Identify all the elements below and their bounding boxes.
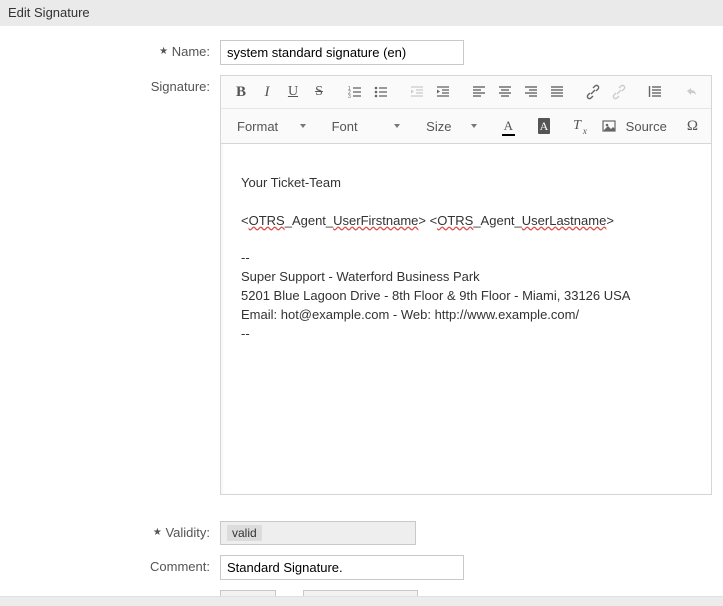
- special-char-button[interactable]: Ω: [682, 114, 703, 138]
- label-validity: ★ Validity:: [0, 521, 220, 540]
- strike-button[interactable]: S: [307, 80, 331, 104]
- chevron-down-icon: [471, 124, 477, 128]
- status-bar: [0, 596, 723, 606]
- row-name: ★ Name:: [0, 40, 723, 65]
- row-comment: Comment:: [0, 555, 723, 580]
- panel-title: Edit Signature: [8, 5, 90, 20]
- panel-header: Edit Signature: [0, 0, 723, 26]
- label-comment: Comment:: [0, 555, 220, 574]
- validity-value: valid: [227, 525, 262, 541]
- editor-content[interactable]: Your Ticket-Team <OTRS_Agent_UserFirstna…: [221, 144, 711, 494]
- unordered-list-button[interactable]: [369, 80, 393, 104]
- ordered-list-button[interactable]: 123: [343, 80, 367, 104]
- toolbar-row-1: B I U S 123: [221, 76, 711, 108]
- unlink-button: [607, 80, 631, 104]
- editor-toolbar: B I U S 123: [221, 76, 711, 144]
- font-select[interactable]: Font: [324, 113, 407, 139]
- size-select[interactable]: Size: [418, 113, 483, 139]
- underline-button[interactable]: U: [281, 80, 305, 104]
- align-right-button[interactable]: [519, 80, 543, 104]
- required-icon: ★: [159, 46, 168, 57]
- chevron-down-icon: [300, 124, 306, 128]
- format-select[interactable]: Format: [229, 113, 312, 139]
- outdent-button: [405, 80, 429, 104]
- name-input[interactable]: [220, 40, 464, 65]
- toolbar-row-2: Format Font Size A: [221, 108, 711, 143]
- italic-button[interactable]: I: [255, 80, 279, 104]
- bold-button[interactable]: B: [229, 80, 253, 104]
- image-button[interactable]: [599, 114, 620, 138]
- align-left-button[interactable]: [467, 80, 491, 104]
- link-button[interactable]: [581, 80, 605, 104]
- form: ★ Name: Signature: B I U S: [0, 26, 723, 606]
- source-button[interactable]: Source: [622, 114, 671, 138]
- row-signature: Signature: B I U S 123: [0, 75, 723, 495]
- remove-format-button[interactable]: Tx: [566, 114, 587, 138]
- svg-text:3: 3: [348, 94, 351, 100]
- chevron-down-icon: [394, 124, 400, 128]
- comment-input[interactable]: [220, 555, 464, 580]
- label-signature: Signature:: [0, 75, 220, 94]
- undo-button: [679, 80, 703, 104]
- indent-button[interactable]: [431, 80, 455, 104]
- row-validity: ★ Validity: valid: [0, 521, 723, 545]
- label-name: ★ Name:: [0, 40, 220, 59]
- validity-select[interactable]: valid: [220, 521, 416, 545]
- remove-quote-button[interactable]: [643, 80, 667, 104]
- rich-text-editor: B I U S 123: [220, 75, 712, 495]
- required-icon: ★: [153, 527, 162, 538]
- bg-color-button[interactable]: A: [531, 114, 557, 138]
- text-color-button[interactable]: A: [495, 114, 521, 138]
- align-center-button[interactable]: [493, 80, 517, 104]
- align-justify-button[interactable]: [545, 80, 569, 104]
